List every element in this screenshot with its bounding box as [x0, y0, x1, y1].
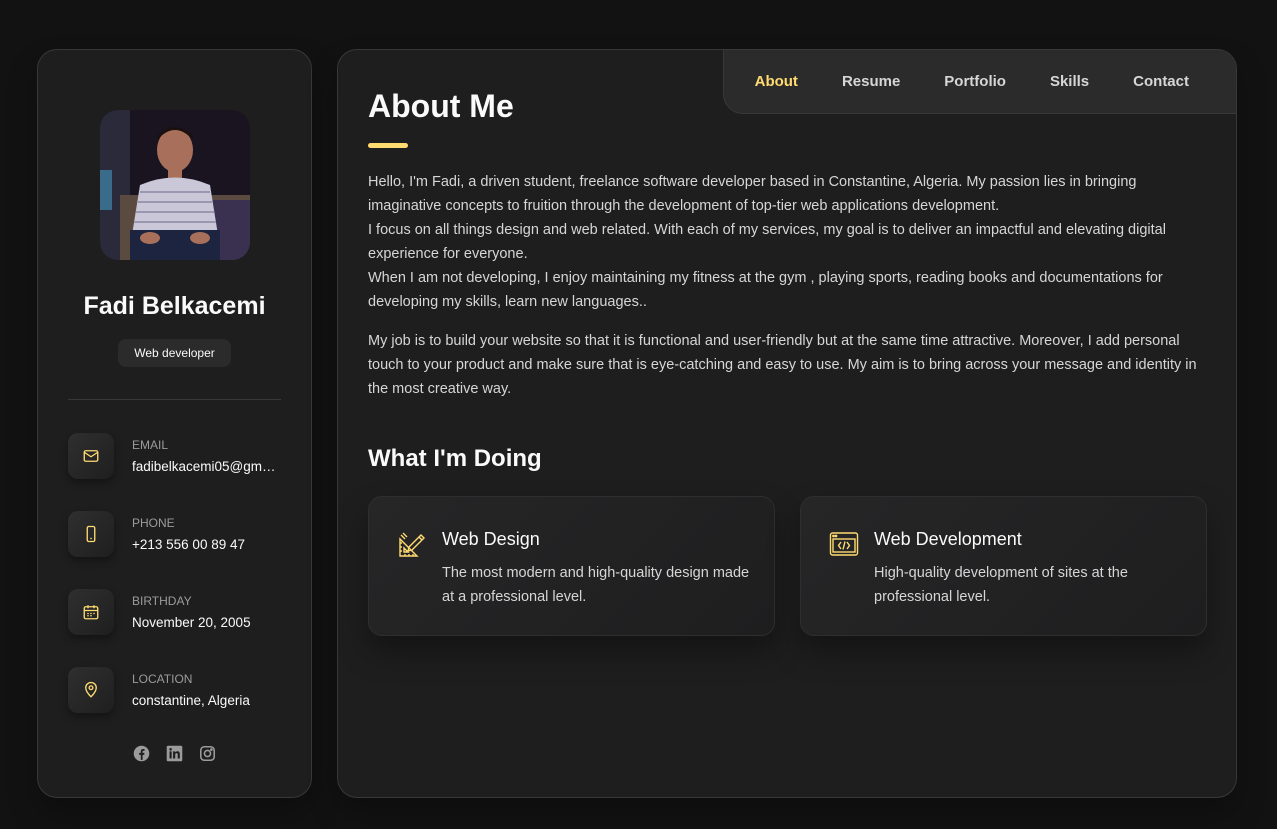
mail-icon	[68, 433, 114, 479]
social-links	[38, 745, 311, 762]
contact-phone: PHONE +213 556 00 89 47	[68, 511, 288, 561]
linkedin-icon[interactable]	[166, 745, 183, 762]
location-value: constantine, Algeria	[132, 693, 250, 708]
page-title: About Me	[368, 88, 514, 124]
phone-label: PHONE	[132, 516, 175, 530]
phone-icon	[68, 511, 114, 557]
nav-skills[interactable]: Skills	[1050, 73, 1089, 90]
sidebar-separator	[68, 399, 281, 400]
calendar-icon	[68, 589, 114, 635]
service-card-web-development: Web Development High-quality development…	[800, 496, 1207, 636]
avatar	[100, 110, 250, 260]
about-text: Hello, I'm Fadi, a driven student, freel…	[368, 170, 1208, 416]
about-paragraph-2: My job is to build your website so that …	[368, 333, 1197, 397]
nav-about[interactable]: About	[755, 73, 798, 90]
main-content: About Resume Portfolio Skills Contact Ab…	[337, 49, 1237, 798]
profile-name: Fadi Belkacemi	[83, 292, 266, 320]
email-label: EMAIL	[132, 438, 169, 452]
service-title-web-development: Web Development	[874, 529, 1022, 549]
sidebar: Fadi Belkacemi Web developer EMAIL fadib…	[37, 49, 312, 798]
service-title-web-design: Web Design	[442, 529, 540, 549]
contact-email: EMAIL fadibelkacemi05@gmail.com	[68, 433, 288, 483]
service-card-web-design: Web Design The most modern and high-qual…	[368, 496, 775, 636]
services-title: What I'm Doing	[368, 445, 542, 472]
about-line-2: I focus on all things design and web rel…	[368, 222, 1166, 262]
nav-contact[interactable]: Contact	[1133, 73, 1189, 90]
code-icon	[829, 529, 859, 559]
instagram-icon[interactable]	[199, 745, 216, 762]
service-text-web-design: The most modern and high-quality design …	[442, 565, 750, 605]
location-icon	[68, 667, 114, 713]
contact-birthday: BIRTHDAY November 20, 2005	[68, 589, 288, 639]
profile-title-badge: Web developer	[118, 339, 231, 367]
service-text-web-development: High-quality development of sites at the…	[874, 565, 1128, 605]
birthday-label: BIRTHDAY	[132, 594, 192, 608]
design-icon	[397, 529, 427, 559]
nav-portfolio[interactable]: Portfolio	[944, 73, 1006, 90]
contact-location: LOCATION constantine, Algeria	[68, 667, 288, 717]
birthday-value: November 20, 2005	[132, 615, 251, 630]
about-line-3: When I am not developing, I enjoy mainta…	[368, 270, 1163, 310]
title-underline	[368, 143, 408, 148]
about-paragraph-1: Hello, I'm Fadi, a driven student, freel…	[368, 170, 1208, 314]
facebook-icon[interactable]	[133, 745, 150, 762]
navbar: About Resume Portfolio Skills Contact	[723, 50, 1236, 114]
about-line-1: Hello, I'm Fadi, a driven student, freel…	[368, 174, 1137, 214]
location-label: LOCATION	[132, 672, 193, 686]
phone-link[interactable]: +213 556 00 89 47	[132, 537, 282, 552]
email-link[interactable]: fadibelkacemi05@gmail.com	[132, 459, 282, 474]
nav-resume[interactable]: Resume	[842, 73, 900, 90]
